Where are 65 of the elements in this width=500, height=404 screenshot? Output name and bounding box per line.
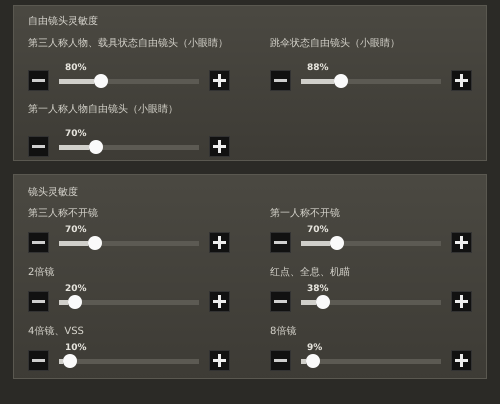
- minus-icon: [32, 79, 45, 82]
- slider-value: 9%: [307, 343, 322, 354]
- minus-icon: [32, 359, 45, 362]
- plus-icon: [455, 295, 468, 308]
- plus-icon: [213, 354, 226, 367]
- decrease-button[interactable]: [270, 232, 291, 253]
- slider-value: 20%: [65, 284, 87, 295]
- section-title: 镜头灵敏度: [28, 186, 79, 200]
- setting-label: 2倍镜: [28, 266, 56, 280]
- minus-icon: [274, 300, 287, 303]
- slider-value: 38%: [307, 284, 329, 295]
- slider-thumb[interactable]: [68, 295, 82, 309]
- plus-icon: [455, 354, 468, 367]
- plus-icon: [213, 295, 226, 308]
- slider-thumb[interactable]: [88, 236, 102, 250]
- section-title: 自由镜头灵敏度: [28, 15, 99, 29]
- setting-label: 跳伞状态自由镜头（小眼睛）: [270, 37, 401, 51]
- plus-icon: [213, 236, 226, 249]
- increase-button[interactable]: [209, 232, 230, 253]
- slider-thumb[interactable]: [62, 354, 77, 368]
- slider-thumb[interactable]: [330, 236, 344, 250]
- minus-icon: [274, 359, 287, 362]
- slider-value: 70%: [307, 225, 329, 236]
- setting-label: 4倍镜、VSS: [28, 325, 85, 339]
- decrease-button[interactable]: [28, 136, 49, 157]
- slider-thumb[interactable]: [316, 295, 330, 309]
- slider-value: 80%: [65, 63, 87, 74]
- increase-button[interactable]: [451, 232, 472, 253]
- plus-icon: [213, 74, 226, 87]
- slider-value: 88%: [307, 63, 329, 74]
- plus-icon: [455, 74, 468, 87]
- setting-label: 第三人称不开镜: [28, 207, 99, 221]
- increase-button[interactable]: [209, 291, 230, 312]
- decrease-button[interactable]: [270, 350, 291, 371]
- slider-thumb[interactable]: [306, 354, 320, 368]
- setting-label: 第三人称人物、载具状态自由镜头（小眼睛）: [28, 37, 229, 51]
- decrease-button[interactable]: [270, 291, 291, 312]
- decrease-button[interactable]: [28, 291, 49, 312]
- decrease-button[interactable]: [270, 70, 291, 91]
- setting-label: 第一人称不开镜: [270, 207, 341, 221]
- minus-icon: [32, 300, 45, 303]
- minus-icon: [32, 241, 45, 244]
- slider-value: 70%: [65, 129, 87, 140]
- slider-value: 70%: [65, 225, 87, 236]
- decrease-button[interactable]: [28, 350, 49, 371]
- plus-icon: [455, 236, 468, 249]
- increase-button[interactable]: [451, 350, 472, 371]
- increase-button[interactable]: [209, 350, 230, 371]
- minus-icon: [274, 79, 287, 82]
- setting-label: 第一人称人物自由镜头（小眼睛）: [28, 103, 179, 117]
- minus-icon: [32, 145, 45, 148]
- increase-button[interactable]: [209, 70, 230, 91]
- slider-thumb[interactable]: [334, 74, 348, 88]
- setting-label: 8倍镜: [270, 325, 298, 339]
- plus-icon: [213, 140, 226, 153]
- minus-icon: [274, 241, 287, 244]
- slider-value: 10%: [65, 343, 87, 354]
- setting-label: 红点、全息、机瞄: [270, 266, 351, 280]
- decrease-button[interactable]: [28, 70, 49, 91]
- decrease-button[interactable]: [28, 232, 49, 253]
- slider-thumb[interactable]: [94, 74, 108, 88]
- increase-button[interactable]: [209, 136, 230, 157]
- increase-button[interactable]: [451, 291, 472, 312]
- slider-thumb[interactable]: [89, 140, 104, 154]
- increase-button[interactable]: [451, 70, 472, 91]
